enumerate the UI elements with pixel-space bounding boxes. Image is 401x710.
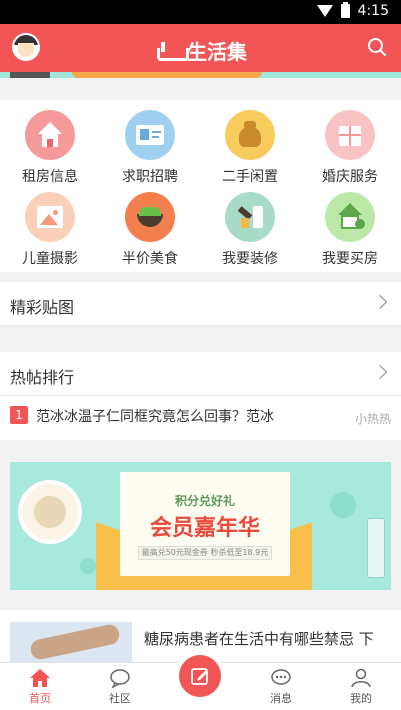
hot-post-item[interactable]: 1 范冰冰温子仁同框究竟怎么回事？范冰 小热热 (0, 396, 401, 440)
wifi-icon (316, 5, 333, 17)
message-icon (271, 669, 291, 685)
house-yen-icon (325, 192, 375, 242)
promo-caption: 积分兑好礼 (174, 494, 235, 508)
app-title: 生活集 (187, 40, 247, 64)
app-header: 生活集 (0, 24, 401, 72)
food-bowl-icon (125, 192, 175, 242)
chevron-right-icon (372, 294, 388, 310)
tab-me[interactable]: 我的 (321, 663, 401, 710)
category-buy-house[interactable]: 我要买房 (300, 186, 400, 267)
article-thumbnail (10, 622, 132, 662)
category-jobs[interactable]: 求职招聘 (100, 104, 200, 185)
status-time: 4:15 (357, 3, 389, 19)
chat-bubble-icon (110, 669, 130, 688)
category-grid: 租房信息 求职招聘 二手闲置 婚庆服务 儿童摄影 半价美食 我要装修 我要买房 (0, 100, 401, 272)
app-logo: 生活集 (157, 36, 247, 65)
sofa-icon (157, 41, 189, 61)
promo-card: 积分兑好礼 会员嘉年华 最高兑50元现金券 秒杀低至18.9元 (120, 472, 290, 576)
tab-community[interactable]: 社区 (80, 663, 160, 710)
promo-banner[interactable]: 积分兑好礼 会员嘉年华 最高兑50元现金券 秒杀低至18.9元 (10, 462, 391, 590)
category-rent[interactable]: 租房信息 (0, 104, 100, 185)
chevron-right-icon (372, 364, 388, 380)
photo-icon (25, 192, 75, 242)
hot-post-title: 范冰冰温子仁同框究竟怎么回事？范冰 (36, 409, 274, 425)
category-food[interactable]: 半价美食 (100, 186, 200, 267)
id-card-icon (125, 110, 175, 160)
avatar-icon[interactable] (12, 33, 40, 61)
money-bag-icon (225, 110, 275, 160)
section-pictures[interactable]: 精彩贴图 (0, 282, 401, 326)
article-title: 糖尿病患者在生活中有哪些禁忌 下 (144, 630, 374, 648)
search-icon[interactable] (367, 37, 387, 57)
section-title: 热帖排行 (10, 368, 75, 387)
category-renovation[interactable]: 我要装修 (200, 186, 300, 267)
section-title: 精彩贴图 (10, 298, 75, 317)
category-kids-photo[interactable]: 儿童摄影 (0, 186, 100, 267)
bottle-image (367, 518, 385, 578)
category-wedding[interactable]: 婚庆服务 (300, 104, 400, 185)
promo-headline: 会员嘉年华 (149, 516, 260, 541)
house-icon (25, 110, 75, 160)
edit-icon (191, 668, 208, 685)
promo-coupon: 最高兑50元现金券 秒杀低至18.9元 (138, 546, 272, 560)
compact-powder-image (22, 484, 78, 540)
user-icon (351, 668, 371, 688)
paint-brush-icon (225, 192, 275, 242)
gift-icon (325, 110, 375, 160)
post-button[interactable] (176, 652, 224, 700)
rank-badge: 1 (10, 406, 28, 424)
hot-post-author: 小热热 (354, 412, 391, 426)
section-hot-posts[interactable]: 热帖排行 (0, 352, 401, 396)
tab-home[interactable]: 首页 (0, 663, 80, 710)
top-banner[interactable] (0, 72, 401, 78)
tab-messages[interactable]: 消息 (241, 663, 321, 710)
battery-icon (340, 2, 350, 18)
category-secondhand[interactable]: 二手闲置 (200, 104, 300, 185)
status-bar: 4:15 (0, 0, 401, 24)
home-icon (30, 669, 50, 687)
